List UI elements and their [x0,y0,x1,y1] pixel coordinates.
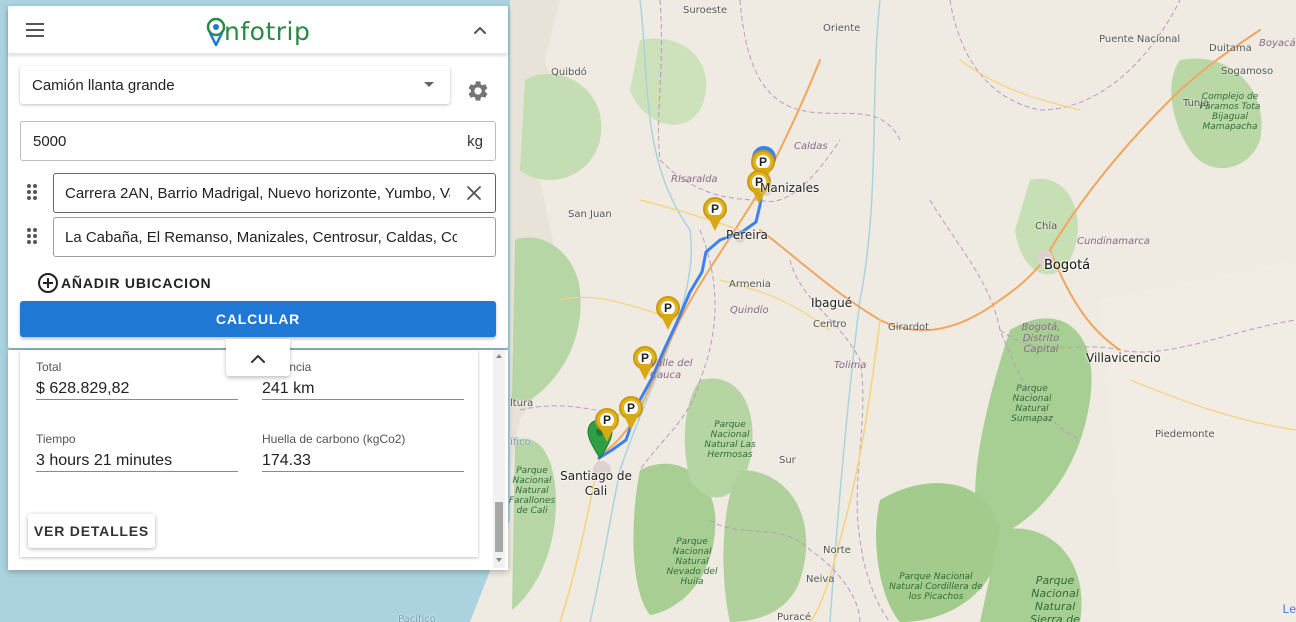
scroll-down-arrow-icon[interactable] [496,558,502,562]
results-scrollbar[interactable] [493,350,505,568]
time-label: Tiempo [36,432,76,446]
map-label: Sogamoso [1221,66,1274,77]
destination-field[interactable]: La Cabaña, El Remanso, Manizales, Centro… [53,217,496,257]
menu-icon [26,23,44,25]
toll-marker[interactable]: P [655,296,681,332]
destination-value: La Cabaña, El Remanso, Manizales, Centro… [65,228,457,246]
panel-header: nfotrip [8,6,508,54]
toll-marker[interactable]: P [702,197,728,233]
collapse-panel-button[interactable] [470,20,490,40]
toll-marker[interactable]: P [746,170,772,206]
map-label: Bogotá [1044,258,1091,273]
chevron-up-icon [474,27,486,34]
map-label: Parque Nacional Natural Cordillera de lo… [889,572,983,602]
scrollbar-thumb[interactable] [495,502,503,552]
map-label: Cundinamarca [1077,236,1150,247]
origin-field[interactable]: Carrera 2AN, Barrio Madrigal, Nuevo hori… [53,173,496,213]
map-label: San Juan [568,209,612,220]
map-label: Chía [1035,221,1058,232]
map-label: Villavicencio [1086,351,1161,365]
map-label: Parque Nacional Natural Farallones de Ca… [508,466,556,516]
map-label: Parque Nacional Natural Nevado del Huila [666,537,718,587]
map-label: Santiago de Cali [560,469,632,498]
map-label: Parque Nacional Natural Sierra de [1030,574,1080,622]
map-label: Quindío [730,305,769,316]
distance-stat: Distancia 241 km [262,360,464,400]
vehicle-type-value: Camión llanta grande [32,76,175,94]
total-label: Total [36,360,62,374]
time-stat: Tiempo 3 hours 21 minutes [36,432,238,472]
map-label: Pereira [726,228,768,242]
map-label: Sur [779,455,796,466]
map-label: Boyacá [1259,38,1296,49]
route-panel: nfotrip Camión llanta grande 5000 kg Car… [8,6,508,348]
map-label: Risaralda [671,174,718,185]
map-label: Neiva [806,574,835,585]
map-label: Duitama [1209,43,1252,54]
gear-icon [468,81,488,101]
map-attribution[interactable]: Le [1283,602,1296,616]
drag-handle-icon[interactable] [27,228,39,246]
toll-marker[interactable]: P [594,408,620,444]
add-location-label: AÑADIR UBICACION [61,275,212,291]
map-label: Caldas [794,141,828,152]
map-label: Quibdó [551,67,587,78]
results-panel: Total $ 628.829,82 Distancia 241 km Tiem… [8,350,508,570]
toll-marker[interactable]: P [618,396,644,432]
map-label: Puente Nacional [1099,34,1181,45]
weight-unit: kg [467,133,483,150]
drag-handle-icon[interactable] [27,184,39,202]
weight-value: 5000 [33,132,67,150]
settings-button[interactable] [466,79,490,103]
menu-button[interactable] [24,20,48,40]
map-label: Armenia [729,279,771,290]
clear-origin-button[interactable] [465,184,483,202]
distance-value: 241 km [262,374,464,400]
map-label: Centro [813,319,847,330]
location-pin-icon [206,15,226,47]
time-value: 3 hours 21 minutes [36,446,238,472]
logo-text: nfotrip [224,16,311,46]
app-logo: nfotrip [206,14,310,48]
map-label: Parque Nacional Natural Las Hermosas [704,420,756,460]
map-label: Pacífico [398,614,436,622]
weight-input[interactable]: 5000 kg [20,121,496,161]
map-label: Puracé [777,612,812,622]
map-label: Ibagué [811,296,853,310]
carbon-value: 174.33 [262,446,464,472]
map-label: Complejo de Páramos Tota Bijagual Mamapa… [1199,92,1261,132]
origin-value: Carrera 2AN, Barrio Madrigal, Nuevo hori… [65,184,450,202]
map-label: ífico [510,437,531,448]
map-label: Suroeste [683,5,728,16]
carbon-stat: Huella de carbono (kgCo2) 174.33 [262,432,464,472]
distance-label: Distancia [262,360,464,374]
calculate-button[interactable]: CALCULAR [20,301,496,337]
toggle-results-button[interactable] [226,339,290,376]
scroll-up-arrow-icon[interactable] [496,354,502,358]
chevron-up-icon [251,355,265,363]
total-value: $ 628.829,82 [36,374,238,400]
map-label: Tolima [834,360,867,371]
view-details-button[interactable]: VER DETALLES [28,514,155,548]
map-label: Oriente [823,23,861,34]
map-label: Girardot [888,322,930,333]
map-label: Norte [823,545,851,556]
dropdown-caret-icon [424,82,434,87]
total-stat: Total $ 628.829,82 [36,360,238,400]
map-label: Parque Nacional Natural Sumapaz [1011,384,1053,424]
results-card: Total $ 628.829,82 Distancia 241 km Tiem… [20,350,478,557]
add-circle-icon [38,273,58,293]
close-icon [467,186,481,200]
add-location-button[interactable]: AÑADIR UBICACION [38,272,211,294]
map-label: Bogotá, Distrito Capital [1021,322,1061,355]
map-label: Piedemonte [1155,429,1215,440]
vehicle-type-select[interactable]: Camión llanta grande [20,66,450,104]
carbon-label: Huella de carbono (kgCo2) [262,432,406,446]
map-label: ltura [510,398,534,409]
